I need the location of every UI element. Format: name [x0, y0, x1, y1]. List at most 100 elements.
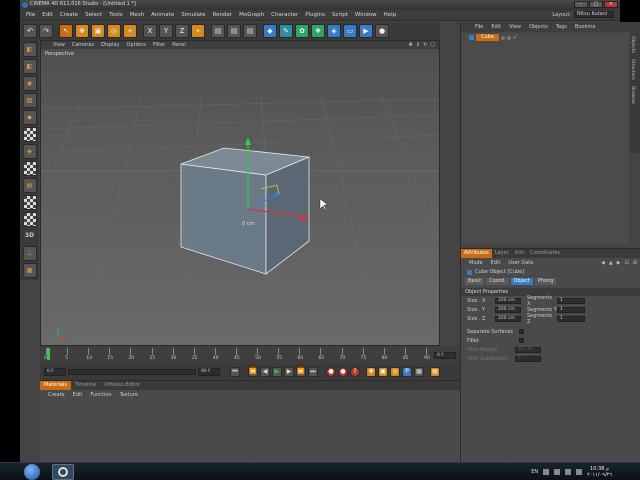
- planar-workplane-icon[interactable]: ▦: [22, 263, 37, 278]
- material-menu-create[interactable]: Create: [48, 392, 65, 398]
- viewport-menu-panel[interactable]: Panel: [172, 42, 186, 48]
- play-icon[interactable]: ▶: [272, 367, 282, 377]
- make-editable-icon[interactable]: ◧: [22, 42, 37, 57]
- tab-timeline[interactable]: Timeline: [71, 381, 100, 390]
- clock[interactable]: 10:38 م ٢٠١١/٠٩/٢٦: [587, 466, 612, 478]
- next-frame-icon[interactable]: ▶: [284, 367, 294, 377]
- size-y-field[interactable]: 200 cm: [495, 306, 521, 313]
- cube-primitive-icon[interactable]: ◆: [263, 24, 277, 38]
- goto-end-icon[interactable]: ⏭: [308, 367, 318, 377]
- subtab-phong[interactable]: Phong: [534, 278, 557, 285]
- nurbs-icon[interactable]: ✿: [295, 24, 309, 38]
- rotation-key-icon[interactable]: ◎: [390, 367, 400, 377]
- use-model-tool-icon[interactable]: ◧: [22, 59, 37, 74]
- back-arrow-icon[interactable]: ◀: [601, 260, 605, 266]
- object-name[interactable]: Cube: [476, 34, 499, 41]
- subtab-coord[interactable]: Coord.: [486, 278, 509, 285]
- menu-script[interactable]: Script: [332, 12, 348, 18]
- menu-character[interactable]: Character: [271, 12, 298, 18]
- tab-attributes[interactable]: Attributes: [461, 249, 492, 258]
- viewport-menu-options[interactable]: Options: [127, 42, 146, 48]
- tray-network-icon[interactable]: [565, 469, 572, 475]
- material-menu-edit[interactable]: Edit: [73, 392, 83, 398]
- toggle-view-icon[interactable]: ▢: [430, 42, 435, 48]
- attr-menu-mode[interactable]: Mode: [469, 260, 483, 266]
- menu-file[interactable]: File: [26, 12, 35, 18]
- tab-layer[interactable]: Layer: [492, 249, 512, 258]
- menu-tools[interactable]: Tools: [109, 12, 123, 18]
- viewport-menu-filter[interactable]: Filter: [153, 42, 165, 48]
- enabled-check-icon[interactable]: ✓: [513, 35, 517, 41]
- editor-visibility-dot[interactable]: [500, 35, 505, 40]
- menu-mograph[interactable]: MoGraph: [239, 12, 264, 18]
- menu-create[interactable]: Create: [60, 12, 78, 18]
- edges-tool-icon[interactable]: ◈: [22, 144, 37, 159]
- workplane-icon[interactable]: ▤: [22, 178, 37, 193]
- viewport-menu-view[interactable]: View: [53, 42, 65, 48]
- menu-render[interactable]: Render: [213, 12, 233, 18]
- separate-surfaces-checkbox[interactable]: [519, 329, 524, 334]
- tab-info[interactable]: Info: [512, 249, 527, 258]
- z-axis-lock-icon[interactable]: Z: [175, 24, 189, 38]
- render-picture-viewer-icon[interactable]: ▤: [227, 24, 241, 38]
- coordinate-system-icon[interactable]: ⌖: [191, 24, 205, 38]
- tweak-mode-icon[interactable]: [22, 212, 37, 227]
- interpolation-icon[interactable]: ▤: [430, 367, 440, 377]
- segments-y-field[interactable]: 1: [557, 306, 585, 313]
- snap-tool-icon[interactable]: [22, 195, 37, 210]
- move-view-icon[interactable]: ✥: [409, 42, 413, 48]
- polygons-tool-icon[interactable]: [22, 161, 37, 176]
- use-object-tool-icon[interactable]: ◉: [22, 76, 37, 91]
- render-view-icon[interactable]: ▤: [211, 24, 225, 38]
- side-tab-objects[interactable]: Objects: [630, 33, 635, 56]
- viewport-canvas[interactable]: 0 cm: [41, 49, 440, 346]
- subtab-basic[interactable]: Basic: [465, 278, 485, 285]
- object-list[interactable]: Cube ✓: [461, 33, 629, 243]
- live-selection-icon[interactable]: ↖: [59, 24, 73, 38]
- playhead[interactable]: [47, 348, 50, 360]
- fillet-radius-field[interactable]: 40 cm: [515, 346, 541, 353]
- om-menu-objects[interactable]: Objects: [529, 24, 548, 30]
- om-menu-file[interactable]: File: [475, 24, 483, 30]
- om-menu-edit[interactable]: Edit: [491, 24, 501, 30]
- segments-z-field[interactable]: 1: [557, 315, 585, 322]
- side-tab-structure[interactable]: Structure: [630, 56, 635, 83]
- attr-menu-user-data[interactable]: User Data: [508, 260, 533, 266]
- fillet-subdivision-field[interactable]: 5: [515, 355, 541, 362]
- pla-key-icon[interactable]: ▦: [414, 367, 424, 377]
- scale-key-icon[interactable]: ▣: [378, 367, 388, 377]
- layout-dropdown[interactable]: Nitsu Kutani: [574, 11, 614, 18]
- taskbar-cinema4d-button[interactable]: [52, 464, 74, 480]
- floor-icon[interactable]: ▭: [343, 24, 357, 38]
- viewport-menu-cameras[interactable]: Cameras: [72, 42, 94, 48]
- tab-xpresso-editor[interactable]: XPresso Editor: [100, 381, 144, 390]
- close-button[interactable]: ×: [604, 1, 618, 8]
- goto-start-icon[interactable]: ⏮: [230, 367, 240, 377]
- next-key-icon[interactable]: ⏩: [296, 367, 306, 377]
- size-z-field[interactable]: 200 cm: [495, 315, 521, 322]
- redo-icon[interactable]: ↷: [39, 24, 53, 38]
- up-arrow-icon[interactable]: ▲: [609, 260, 613, 266]
- move-tool-icon[interactable]: ✥: [75, 24, 89, 38]
- forward-arrow-icon[interactable]: ▶: [617, 260, 621, 266]
- texture-axis-icon[interactable]: [22, 127, 37, 142]
- zoom-view-icon[interactable]: ⇕: [416, 42, 420, 48]
- menu-select[interactable]: Select: [85, 12, 102, 18]
- tray-flag-icon[interactable]: [554, 469, 561, 475]
- deformer-icon[interactable]: ◈: [327, 24, 341, 38]
- tray-volume-icon[interactable]: [576, 469, 583, 475]
- om-menu-tags[interactable]: Tags: [556, 24, 567, 30]
- light-icon[interactable]: ●: [375, 24, 389, 38]
- lock-workplane-icon[interactable]: ⊥: [22, 246, 37, 261]
- timeline-ruler[interactable]: 0 5 10 15 20 25 30 35 40 45 50 55 60 65 70 75 80 85 90 0 F: [40, 346, 460, 364]
- subtab-object[interactable]: Object: [510, 278, 533, 285]
- undo-icon[interactable]: ↶: [23, 24, 37, 38]
- material-menu-function[interactable]: Function: [90, 392, 111, 398]
- om-menu-view[interactable]: View: [509, 24, 521, 30]
- start-button[interactable]: [24, 464, 40, 480]
- attr-menu-edit[interactable]: Edit: [491, 260, 501, 266]
- viewport-menu-display[interactable]: Display: [101, 42, 119, 48]
- menu-animate[interactable]: Animate: [151, 12, 174, 18]
- fillet-checkbox[interactable]: [519, 338, 524, 343]
- new-window-icon[interactable]: ⊞: [633, 260, 637, 266]
